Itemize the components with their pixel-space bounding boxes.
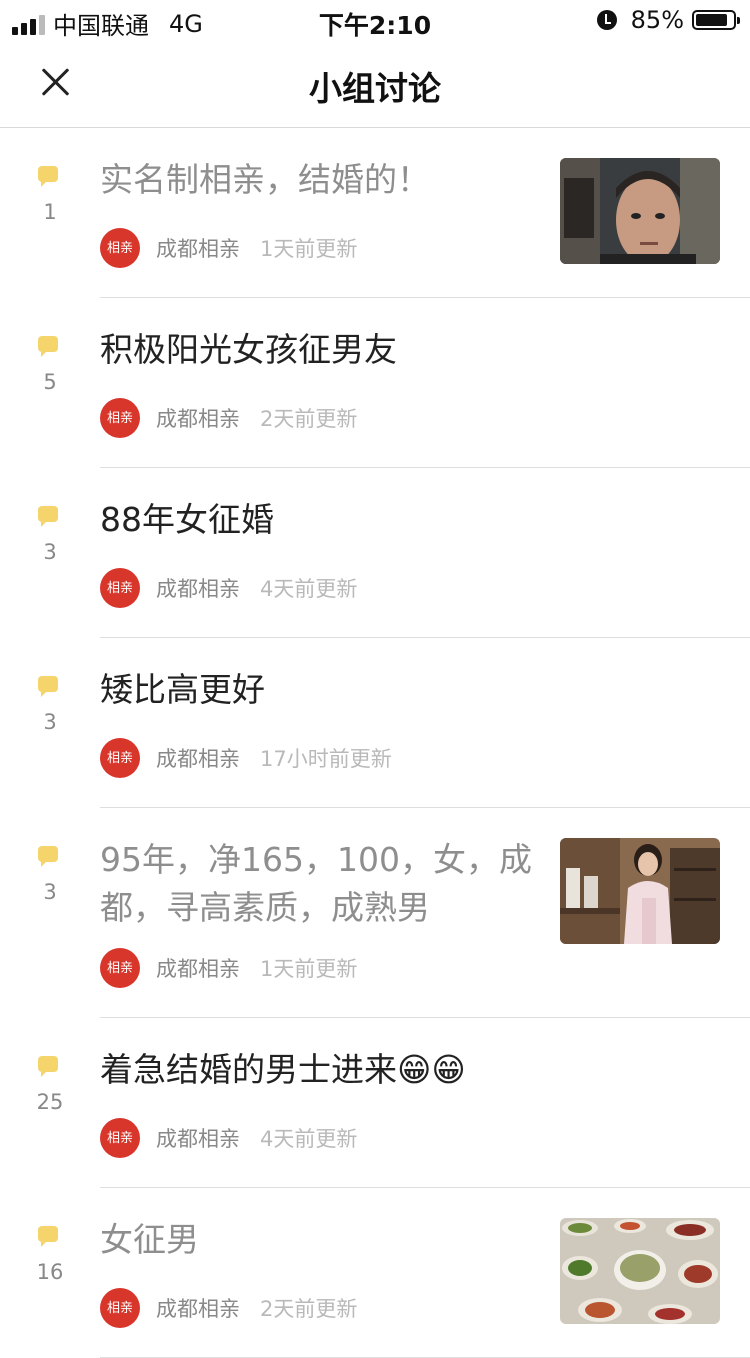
- group-avatar: 相亲: [100, 1288, 140, 1328]
- post-thumbnail: [560, 1218, 720, 1324]
- update-time: 1天前更新: [260, 237, 358, 261]
- group-name: 成都相亲: [156, 1297, 240, 1321]
- group-name: 成都相亲: [156, 957, 240, 981]
- post-title: 着急结婚的男士进来😁😁: [100, 1050, 466, 1089]
- group-avatar: 相亲: [100, 228, 140, 268]
- status-right: 85%: [596, 6, 740, 34]
- post-meta: 相亲 成都相亲 4天前更新: [100, 568, 357, 608]
- post-list: 1 实名制相亲，结婚的！ 相亲 成都相亲 1天前更新 5 积极阳光女孩征男友 相…: [0, 128, 750, 1358]
- battery-fill: [696, 14, 727, 26]
- update-time: 2天前更新: [260, 407, 358, 431]
- comment-count: 25: [36, 1090, 64, 1114]
- post-meta: 相亲 成都相亲 2天前更新: [100, 398, 357, 438]
- comment-count: 5: [43, 370, 57, 394]
- group-name: 成都相亲: [156, 237, 240, 261]
- group-avatar: 相亲: [100, 398, 140, 438]
- update-time: 2天前更新: [260, 1297, 358, 1321]
- alarm-icon: [596, 10, 617, 30]
- comment-icon: [38, 676, 58, 697]
- comment-icon: [38, 336, 58, 357]
- comment-icon: [38, 846, 58, 867]
- group-name: 成都相亲: [156, 407, 240, 431]
- update-time: 4天前更新: [260, 1127, 358, 1151]
- battery-percent: 85%: [630, 6, 684, 34]
- post-title: 实名制相亲，结婚的！: [100, 160, 430, 199]
- group-name: 成都相亲: [156, 577, 240, 601]
- post-title: 88年女征婚: [100, 500, 274, 539]
- post-item[interactable]: 3 95年，净165，100，女，成都，寻高素质，成熟男 相亲 成都相亲 1天前…: [0, 808, 750, 1018]
- post-meta: 相亲 成都相亲 2天前更新: [100, 1288, 357, 1328]
- post-title: 矮比高更好: [100, 670, 265, 709]
- post-meta: 相亲 成都相亲 4天前更新: [100, 1118, 357, 1158]
- comment-count: 3: [43, 880, 57, 904]
- battery-icon: [692, 10, 740, 30]
- comment-icon: [38, 1226, 58, 1247]
- post-title: 积极阳光女孩征男友: [100, 330, 397, 369]
- group-avatar: 相亲: [100, 738, 140, 778]
- group-avatar: 相亲: [100, 568, 140, 608]
- nav-bar: 小组讨论: [0, 40, 750, 128]
- post-title: 95年，净165，100，女，成都，寻高素质，成熟男: [100, 840, 532, 927]
- update-time: 17小时前更新: [260, 747, 392, 771]
- post-item[interactable]: 3 88年女征婚 相亲 成都相亲 4天前更新: [0, 468, 750, 638]
- page-title: 小组讨论: [309, 69, 441, 108]
- comment-icon: [38, 1056, 58, 1077]
- post-item[interactable]: 25 着急结婚的男士进来😁😁 相亲 成都相亲 4天前更新: [0, 1018, 750, 1188]
- post-meta: 相亲 成都相亲 17小时前更新: [100, 738, 392, 778]
- post-meta: 相亲 成都相亲 1天前更新: [100, 228, 357, 268]
- post-item[interactable]: 1 实名制相亲，结婚的！ 相亲 成都相亲 1天前更新: [0, 128, 750, 298]
- group-name: 成都相亲: [156, 1127, 240, 1151]
- post-thumbnail: [560, 838, 720, 944]
- status-bar: 中国联通 4G 下午2:10 85%: [0, 0, 750, 40]
- food-table-image: [560, 1218, 720, 1324]
- post-item[interactable]: 16 女征男 相亲 成都相亲 2天前更新: [0, 1188, 750, 1358]
- update-time: 1天前更新: [260, 957, 358, 981]
- comment-icon: [38, 166, 58, 187]
- comment-count: 3: [43, 710, 57, 734]
- comment-count: 16: [36, 1260, 64, 1284]
- post-item[interactable]: 5 积极阳光女孩征男友 相亲 成都相亲 2天前更新: [0, 298, 750, 468]
- group-name: 成都相亲: [156, 747, 240, 771]
- update-time: 4天前更新: [260, 577, 358, 601]
- comment-icon: [38, 506, 58, 527]
- comment-count: 1: [43, 200, 57, 224]
- post-meta: 相亲 成都相亲 1天前更新: [100, 948, 357, 988]
- post-item[interactable]: 3 矮比高更好 相亲 成都相亲 17小时前更新: [0, 638, 750, 808]
- post-thumbnail: [560, 158, 720, 264]
- group-avatar: 相亲: [100, 1118, 140, 1158]
- comment-count: 3: [43, 540, 57, 564]
- post-title: 女征男: [100, 1220, 199, 1259]
- group-avatar: 相亲: [100, 948, 140, 988]
- portrait-man-image: [560, 158, 720, 264]
- portrait-woman-image: [560, 838, 720, 944]
